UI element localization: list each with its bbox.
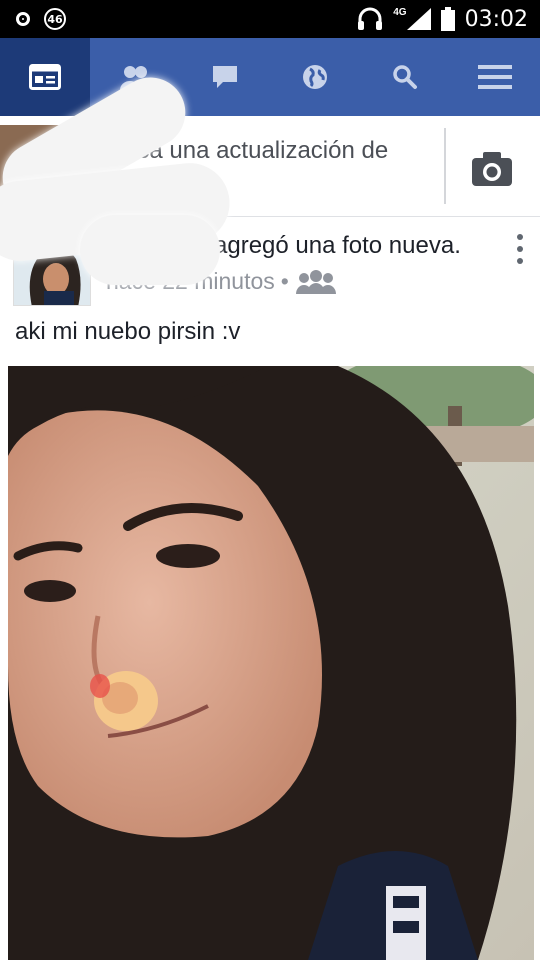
top-navigation-bar [0, 38, 540, 116]
clock: 03:02 [464, 6, 528, 32]
camera-button[interactable] [466, 146, 518, 190]
composer-divider [444, 128, 446, 204]
nav-search[interactable] [360, 38, 450, 116]
friends-audience-icon[interactable] [295, 269, 337, 294]
messages-icon [213, 66, 237, 88]
nav-messages[interactable] [180, 38, 270, 116]
post-photo[interactable] [8, 366, 534, 960]
network-type-label: 4G [393, 6, 407, 18]
signal-icon [406, 8, 431, 30]
feed-post: agregó una foto nueva. hace 22 minutos •… [0, 218, 540, 960]
notification-dot-icon [16, 12, 30, 26]
nav-notifications[interactable] [270, 38, 360, 116]
nav-menu[interactable] [450, 38, 540, 116]
globe-icon [303, 65, 327, 89]
redaction-scribble [80, 215, 220, 285]
battery-icon [440, 7, 455, 31]
headphones-icon [358, 7, 383, 30]
news-feed-icon [29, 64, 61, 90]
menu-icon [478, 65, 512, 89]
notification-count-badge: 46 [44, 8, 66, 30]
camera-icon [472, 152, 512, 186]
status-bar: 46 4G 03:02 [0, 0, 540, 38]
photo-image [8, 366, 534, 960]
nav-news-feed[interactable] [0, 38, 90, 116]
search-icon [393, 65, 417, 89]
post-caption: aki mi nuebo pirsin :v [15, 318, 241, 345]
post-options-button[interactable] [514, 234, 526, 264]
